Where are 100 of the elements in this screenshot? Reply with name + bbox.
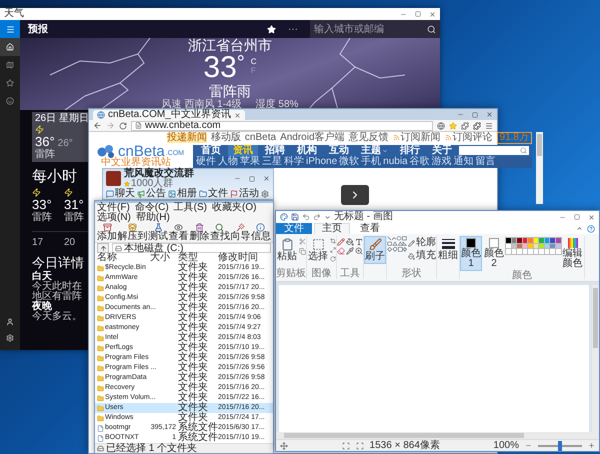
menu-button[interactable] [0, 20, 20, 38]
nav-item[interactable]: 首页 [196, 144, 226, 156]
palette-swatch[interactable] [528, 244, 533, 248]
toolbar-button[interactable]: 查找 [210, 223, 230, 242]
column-header[interactable]: 修改时间 [218, 253, 271, 263]
subnav-item[interactable]: 留言 [476, 157, 496, 167]
slider-thumb[interactable] [558, 440, 562, 450]
header-link[interactable]: 意见反馈 [348, 132, 389, 142]
palette-swatch[interactable] [539, 238, 544, 243]
toolbar-button[interactable]: 添加 [97, 223, 117, 242]
nav-item[interactable]: 互动 [324, 144, 354, 156]
toolbar-button[interactable]: 信息 [250, 223, 271, 242]
search-field[interactable] [459, 146, 529, 155]
palette-swatch[interactable] [544, 244, 550, 248]
rotate-icon[interactable] [330, 256, 336, 262]
eraser-icon[interactable] [337, 247, 345, 255]
unit-toggle[interactable]: C [250, 57, 257, 66]
close-icon[interactable] [234, 112, 241, 118]
paint-bucket-icon[interactable] [346, 238, 354, 246]
palette-swatch[interactable] [534, 238, 538, 243]
menu-item[interactable]: 帮助(H) [136, 213, 170, 223]
back-icon[interactable] [93, 121, 102, 130]
palette-swatch[interactable] [512, 238, 516, 243]
header-link[interactable]: 订阅评论 [452, 132, 493, 142]
close-icon[interactable] [486, 111, 493, 118]
magnifier-icon[interactable] [355, 247, 363, 255]
nav-item[interactable]: 招聘 [260, 144, 290, 156]
more-button[interactable]: ··· [288, 24, 298, 34]
header-link[interactable]: 移动版 [210, 132, 241, 142]
brush-button[interactable]: 刷子 [364, 236, 386, 264]
puzzle-icon[interactable] [461, 122, 469, 130]
puzzle-icon[interactable] [473, 122, 481, 130]
toolbar-button[interactable]: 公告 [137, 188, 166, 198]
maximize-icon[interactable] [415, 11, 421, 17]
toolbar-button[interactable]: 聊天 [106, 188, 135, 198]
maximize-icon[interactable] [472, 112, 478, 118]
copy-icon[interactable] [299, 248, 306, 255]
menu-item[interactable]: 选项(N) [97, 213, 131, 223]
search-icon[interactable] [427, 24, 436, 34]
nav-item[interactable]: 关于 [427, 144, 457, 156]
scrollbar[interactable] [592, 285, 599, 432]
sidebar-item[interactable] [0, 38, 20, 56]
palette-swatch[interactable] [528, 238, 533, 243]
subnav-item[interactable]: 硬件 [196, 157, 216, 167]
close-icon[interactable] [588, 214, 595, 220]
crop-icon[interactable] [330, 238, 336, 244]
menu-item[interactable]: 命令(C) [134, 203, 169, 213]
toolbar-button[interactable]: 活动 [230, 188, 259, 198]
day-card[interactable]: 26日 星期日 36° 26° 雷阵 [32, 112, 90, 162]
site-logo[interactable]: cnBeta [118, 145, 165, 158]
maximize-icon[interactable] [574, 214, 580, 220]
column-header[interactable]: 大小 [150, 253, 178, 263]
toolbar-button[interactable]: 测试 [148, 223, 168, 242]
palette-swatch[interactable] [556, 238, 560, 243]
scrollbar-thumb[interactable] [284, 433, 524, 438]
toolbar-button[interactable]: 文件 [199, 188, 228, 198]
subnav-item[interactable]: 通知 [454, 157, 474, 167]
toolbar-button[interactable]: 查看 [168, 223, 189, 242]
text-icon[interactable] [355, 238, 363, 246]
subnav-item[interactable]: 游戏 [432, 157, 452, 167]
scrollbar[interactable] [276, 432, 599, 439]
toolbar-button[interactable]: 删除 [189, 223, 210, 242]
palette-swatch[interactable] [517, 244, 522, 248]
header-link[interactable]: 投递新闻 [166, 132, 207, 142]
paste-button[interactable]: 粘贴 [276, 236, 298, 264]
globe-icon[interactable] [437, 122, 445, 130]
pipette-icon[interactable] [346, 247, 354, 255]
zoom-in-icon[interactable] [588, 442, 595, 449]
nav-item[interactable]: 机构 [292, 144, 322, 156]
subnav-item[interactable]: 苹果 [240, 157, 260, 167]
scrollbar-thumb[interactable] [593, 288, 598, 348]
palette-swatch[interactable] [556, 244, 560, 248]
subnav-item[interactable]: 科学 [284, 157, 304, 167]
subnav-item[interactable]: 谷歌 [410, 157, 430, 167]
scrollbar-thumb[interactable] [537, 134, 542, 156]
palette-swatch[interactable] [506, 238, 511, 243]
menu-item[interactable]: 工具(S) [174, 203, 208, 213]
redo-icon[interactable] [313, 213, 321, 221]
fill-button[interactable]: 填充 [408, 251, 436, 261]
palette-swatch[interactable] [550, 244, 555, 248]
address-field[interactable]: www.cnbeta.com [131, 120, 433, 130]
browser-tab[interactable]: cnBeta.COM_中文业界资讯 [93, 110, 245, 120]
subnav-item[interactable]: 微软 [339, 157, 360, 167]
column-header[interactable]: 名称 [97, 253, 150, 263]
up-button[interactable] [97, 243, 109, 253]
star-icon[interactable] [449, 122, 457, 130]
subnav-item[interactable]: 三星 [262, 157, 282, 167]
undo-icon[interactable] [302, 213, 310, 221]
palette-swatch[interactable] [512, 244, 516, 248]
settings-icon[interactable] [261, 190, 269, 198]
palette-swatch[interactable] [517, 238, 522, 243]
header-link[interactable]: cnBeta [244, 132, 276, 142]
palette-swatch[interactable] [522, 244, 528, 248]
scissors-icon[interactable] [299, 238, 306, 245]
outline-button[interactable]: 轮廓 [408, 238, 436, 248]
ribbon-tab[interactable]: 文件 [276, 223, 312, 234]
ribbon-tab[interactable]: 主页 [314, 223, 350, 234]
subnav-item[interactable]: 人物 [218, 157, 238, 167]
scrollbar[interactable] [536, 132, 543, 204]
subnav-item[interactable]: iPhone [306, 157, 338, 167]
